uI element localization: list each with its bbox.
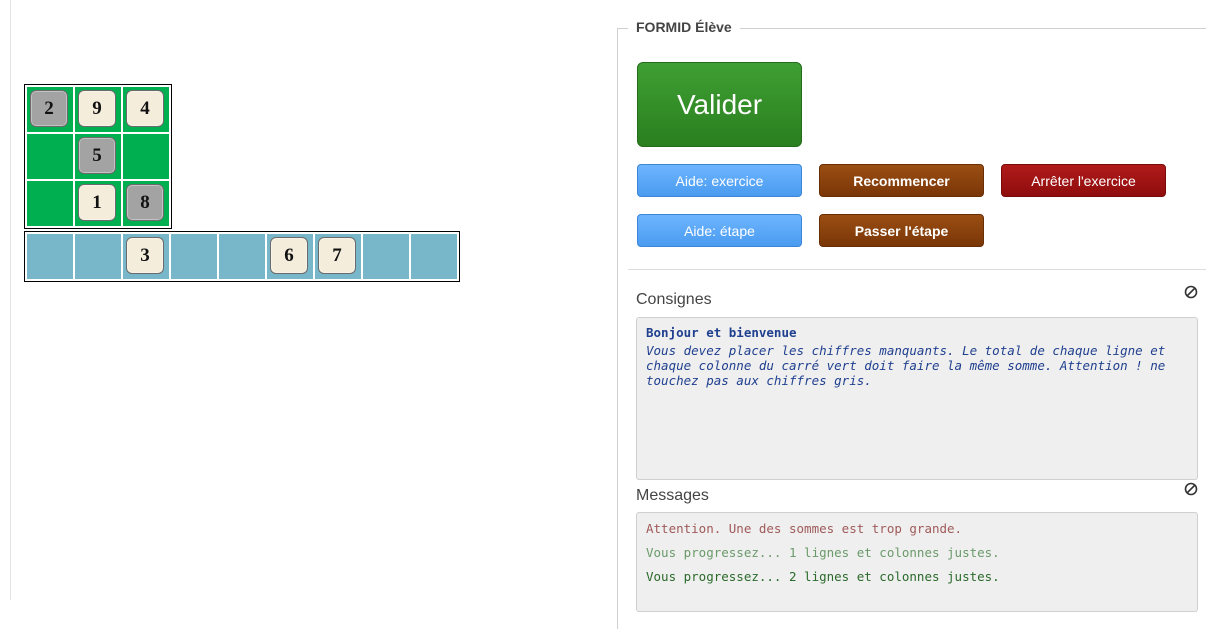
clear-messages-icon[interactable] [1184,482,1198,496]
instructions-box: Bonjour et bienvenue Vous devez placer l… [636,317,1198,480]
square-cell[interactable] [27,181,73,226]
number-tile[interactable]: 9 [78,90,116,127]
help-step-button[interactable]: Aide: étape [637,214,802,247]
panel-divider [628,269,1206,270]
bank-slot[interactable] [75,234,121,279]
messages-box: Attention. Une des sommes est trop grand… [636,512,1198,612]
square-cell[interactable] [123,134,169,179]
restart-button[interactable]: Recommencer [819,164,984,197]
number-tile[interactable]: 7 [318,237,356,274]
bank-slot[interactable] [219,234,265,279]
instructions-body: Vous devez placer les chiffres manquants… [646,343,1166,388]
magic-square-grid: 2945 18 [24,84,172,229]
fixed-number-tile: 2 [30,90,68,127]
square-cell[interactable]: 2 [27,87,73,132]
page-left-border [10,0,11,600]
square-cell[interactable]: 8 [123,181,169,226]
bank-slot[interactable] [171,234,217,279]
stop-exercise-button[interactable]: Arrêter l'exercice [1001,164,1166,197]
bank-slot[interactable]: 7 [315,234,361,279]
message-line: Vous progressez... 2 lignes et colonnes … [646,569,1000,584]
clear-instructions-icon[interactable] [1184,285,1198,299]
message-line: Vous progressez... 1 lignes et colonnes … [646,545,1000,560]
instructions-heading: Bonjour et bienvenue [646,325,797,340]
bank-slot[interactable]: 6 [267,234,313,279]
square-cell[interactable]: 1 [75,181,121,226]
bank-slot[interactable] [363,234,409,279]
message-line: Attention. Une des sommes est trop grand… [646,521,963,536]
square-cell[interactable]: 5 [75,134,121,179]
number-tile[interactable]: 3 [126,237,164,274]
number-tile[interactable]: 1 [78,184,116,221]
number-tile[interactable]: 4 [126,90,164,127]
messages-label: Messages [636,487,709,504]
tile-bank: 3 67 [24,231,460,282]
skip-step-button[interactable]: Passer l'étape [819,214,984,247]
bank-slot[interactable] [27,234,73,279]
bank-slot[interactable]: 3 [123,234,169,279]
square-cell[interactable]: 4 [123,87,169,132]
panel-legend: FORMID Élève [628,19,740,35]
fixed-number-tile: 8 [126,184,164,221]
number-tile[interactable]: 6 [270,237,308,274]
instructions-label: Consignes [636,291,712,308]
bank-slot[interactable] [411,234,457,279]
square-cell[interactable]: 9 [75,87,121,132]
help-exercise-button[interactable]: Aide: exercice [637,164,802,197]
fixed-number-tile: 5 [78,137,116,174]
validate-button[interactable]: Valider [637,62,802,147]
square-cell[interactable] [27,134,73,179]
